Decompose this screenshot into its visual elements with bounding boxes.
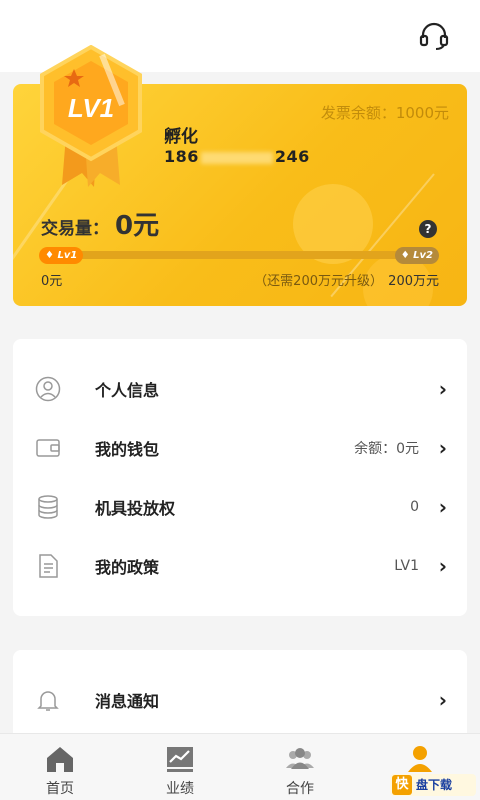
menu-item-label: 消息通知 [95,691,160,711]
menu-item-value: 0 [410,498,419,515]
progress-target-amount: 200万元 [388,274,439,289]
document-icon [39,553,58,578]
menu-item-device-rights[interactable]: 机具投放权 0 › [13,477,467,536]
tab-label: 业绩 [166,781,194,797]
profile-icon [408,746,432,772]
settings-menu: 个人信息 › 我的钱包 余额：0元 › 机具投放权 0 › 我的政策 LV1 › [13,339,467,616]
chevron-right-icon: › [438,435,447,460]
current-level-label: Lv1 [57,250,78,261]
tab-label: 合作 [286,781,314,797]
menu-item-policy[interactable]: 我的政策 LV1 › [13,536,467,595]
invoice-balance: 发票余额：1000元 [320,104,449,122]
chevron-right-icon: › [438,687,447,712]
wallet-icon [36,438,60,457]
chevron-right-icon: › [438,494,447,519]
menu-item-wallet[interactable]: 我的钱包 余额：0元 › [13,418,467,477]
menu-item-profile[interactable]: 个人信息 › [13,359,467,418]
help-icon[interactable]: ? [419,220,437,238]
phone-mask [200,151,273,164]
menu-item-label: 我的政策 [95,557,160,577]
menu-item-value: 余额：0元 [354,440,419,457]
user-name: 孵化 [164,127,198,147]
bell-icon [37,690,59,711]
menu-item-notifications[interactable]: 消息通知 › [13,670,467,729]
user-phone: 186 246 [164,147,310,166]
home-icon [47,747,73,772]
volume-value: 0元 [115,211,160,241]
watermark-text: 盘下载 [416,778,453,792]
notification-menu: 消息通知 › [13,650,467,740]
next-level-label: Lv2 [413,250,433,261]
progress-start-amount: 0元 [41,274,63,289]
menu-item-label: 个人信息 [95,380,160,400]
current-level-pill: ♦ Lv1 [39,247,84,264]
tab-cooperation[interactable]: 合作 [240,734,360,800]
chevron-right-icon: › [438,376,447,401]
database-icon [38,494,58,519]
tab-label: 首页 [46,781,74,797]
tab-performance[interactable]: 业绩 [120,734,240,800]
phone-prefix: 186 [164,147,199,166]
user-icon [35,376,61,401]
menu-item-label: 机具投放权 [95,498,176,518]
progress-remaining-note: （还需200万元升级） [254,274,383,289]
phone-suffix: 246 [274,147,310,166]
tab-home[interactable]: 首页 [0,734,120,800]
level-progress-bar [41,251,437,259]
watermark-logo: 快 盘下载 [390,774,476,796]
watermark-logo-mark: 快 [392,775,412,795]
chart-icon [167,747,193,772]
level-badge-text: LV1 [68,93,114,123]
menu-item-label: 我的钱包 [95,439,160,459]
volume-label: 交易量： [41,219,109,239]
next-level-pill: ♦ Lv2 [394,247,439,264]
headset-icon[interactable] [418,20,450,52]
partners-icon [286,748,314,769]
chevron-right-icon: › [438,553,447,578]
menu-item-value: LV1 [394,557,419,574]
level-badge-icon: LV1 [40,45,142,187]
